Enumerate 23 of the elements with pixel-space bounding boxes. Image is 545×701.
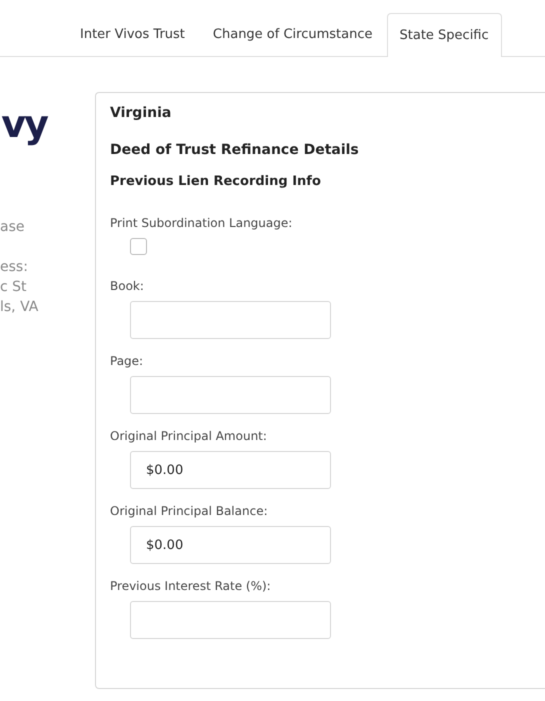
input-field[interactable] (130, 601, 331, 639)
state-heading: Virginia (110, 104, 172, 123)
field-label: Print Subordination Language: (110, 215, 294, 232)
tab[interactable]: Change of Circumstance (198, 13, 386, 56)
field-label: Book: (110, 278, 145, 295)
sidebar-text: ess: (0, 258, 29, 277)
field-label: Previous Interest Rate (%): (110, 578, 272, 595)
input-field[interactable] (130, 376, 331, 414)
sidebar-text: ase (0, 218, 26, 237)
field-label: Page: (110, 353, 144, 370)
tab[interactable]: State Specific (386, 13, 502, 57)
section-title: Deed of Trust Refinance Details (110, 141, 360, 160)
input-field[interactable] (130, 301, 331, 339)
checkbox[interactable] (130, 238, 147, 255)
sidebar-text: c St (0, 278, 28, 297)
input-field[interactable]: $0.00 (130, 451, 331, 489)
logo-text: vy (0, 105, 48, 148)
sidebar-text: ls, VA (0, 298, 40, 317)
field-label: Original Principal Balance: (110, 503, 269, 520)
input-field[interactable]: $0.00 (130, 526, 331, 564)
tab[interactable]: Inter Vivos Trust (66, 13, 199, 56)
section-subtitle: Previous Lien Recording Info (110, 173, 322, 191)
field-label: Original Principal Amount: (110, 428, 268, 445)
